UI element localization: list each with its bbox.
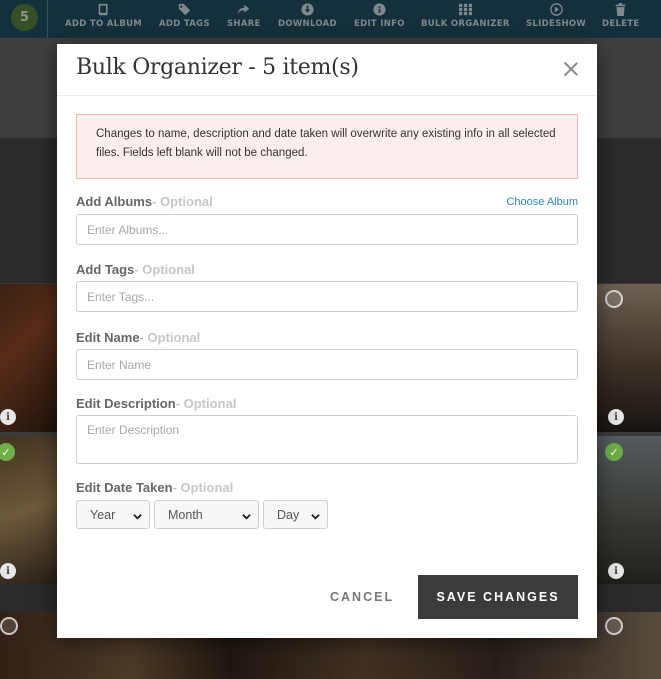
overwrite-warning-notice: Changes to name, description and date ta… xyxy=(76,114,578,179)
description-textarea[interactable] xyxy=(76,415,578,464)
chevron-down-icon xyxy=(133,510,142,520)
tags-optional-text: - Optional xyxy=(134,262,195,277)
tags-field-label: Add Tags- Optional xyxy=(76,262,195,277)
name-optional-text: - Optional xyxy=(139,330,201,345)
day-select[interactable]: Day xyxy=(263,500,328,529)
name-label-text: Edit Name xyxy=(76,330,140,345)
description-label-text: Edit Description xyxy=(76,396,176,411)
description-optional-text: - Optional xyxy=(175,396,237,411)
thumbnail-right-1[interactable] xyxy=(597,284,661,432)
albums-field-label: Add Albums- Optional xyxy=(76,194,213,209)
year-select[interactable]: Year xyxy=(76,500,150,529)
date-label-text: Edit Date Taken xyxy=(76,480,173,495)
albums-input[interactable] xyxy=(76,214,578,245)
cancel-button[interactable]: CANCEL xyxy=(330,590,394,604)
tags-label-text: Add Tags xyxy=(76,262,135,277)
month-select-value: Month xyxy=(168,507,203,522)
name-field-label: Edit Name- Optional xyxy=(76,330,200,345)
description-field-label: Edit Description- Optional xyxy=(76,396,236,411)
save-changes-button[interactable]: SAVE CHANGES xyxy=(418,575,578,619)
tags-input[interactable] xyxy=(76,281,578,312)
dialog-header: Bulk Organizer - 5 item(s) xyxy=(57,44,597,96)
chevron-down-icon xyxy=(311,510,320,520)
selection-toolbar: 5 ADD TO ALBUM ADD TAGS SHARE DOWNLOAD E… xyxy=(0,0,661,38)
checkmark-icon[interactable]: ✓ xyxy=(605,443,623,461)
albums-optional-text: - Optional xyxy=(152,194,213,209)
month-select[interactable]: Month xyxy=(154,500,259,529)
chevron-down-icon xyxy=(242,510,251,520)
day-select-value: Day xyxy=(277,507,300,522)
info-icon[interactable]: i xyxy=(608,409,624,425)
albums-label-text: Add Albums xyxy=(76,194,153,209)
select-circle-icon[interactable] xyxy=(605,617,623,635)
info-icon[interactable]: i xyxy=(608,563,624,579)
bulk-organizer-dialog: Bulk Organizer - 5 item(s) Changes to na… xyxy=(57,44,597,638)
name-input[interactable] xyxy=(76,349,578,380)
date-optional-text: - Optional xyxy=(172,480,234,495)
info-icon[interactable]: i xyxy=(0,409,16,425)
dialog-title: Bulk Organizer - 5 item(s) xyxy=(76,55,359,80)
choose-album-link[interactable]: Choose Album xyxy=(506,196,578,208)
info-icon[interactable]: i xyxy=(0,563,16,579)
date-taken-field-label: Edit Date Taken- Optional xyxy=(76,480,233,495)
year-select-value: Year xyxy=(90,507,116,522)
select-circle-icon[interactable] xyxy=(605,290,623,308)
close-icon[interactable] xyxy=(561,59,581,79)
toolbar-dim-overlay xyxy=(0,0,661,38)
select-circle-icon[interactable] xyxy=(0,617,18,635)
